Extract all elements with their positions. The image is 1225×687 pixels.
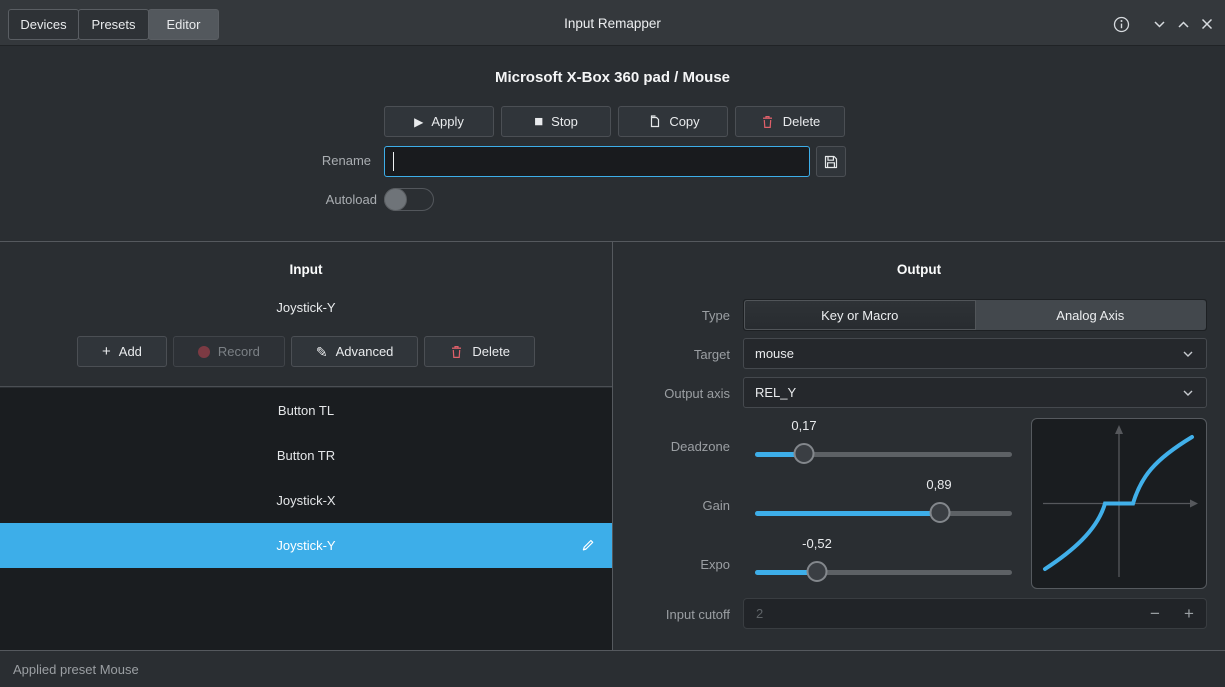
decrement-button[interactable]: − [1138, 604, 1172, 624]
list-item[interactable]: Joystick-X [0, 478, 612, 523]
advanced-label: Advanced [335, 344, 394, 359]
record-icon [197, 345, 210, 358]
close-icon [1200, 17, 1214, 31]
expo-slider[interactable] [755, 561, 1012, 583]
type-label: Type [701, 308, 730, 323]
advanced-button[interactable]: ✎ Advanced [290, 336, 419, 367]
copy-button[interactable]: Copy [618, 106, 728, 137]
input-cutoff-spinner[interactable]: 2 − + [743, 598, 1207, 629]
target-label: Target [693, 347, 730, 362]
close-button[interactable] [1195, 12, 1219, 36]
copy-label: Copy [669, 114, 700, 129]
input-remapper-window: Input Remapper Devices Presets Editor Mi… [0, 0, 1225, 687]
add-icon: + [102, 343, 111, 360]
type-key-or-macro[interactable]: Key or Macro [744, 300, 976, 330]
text-caret [393, 152, 394, 171]
expo-label: Expo [700, 557, 730, 572]
play-icon: ▶ [414, 114, 424, 129]
output-axis-dropdown[interactable]: REL_Y [743, 377, 1207, 408]
target-value: mouse [755, 346, 795, 361]
rename-label: Rename [321, 153, 371, 168]
titlebar: Input Remapper Devices Presets Editor [0, 0, 1225, 46]
autoload-label: Autoload [325, 192, 377, 207]
input-mapping-list: Button TL Button TR Joystick-X Joystick-… [0, 388, 612, 650]
delete-preset-button[interactable]: Delete [735, 106, 845, 137]
slider-handle[interactable] [806, 561, 828, 582]
main-tabs: Devices Presets Editor [8, 9, 219, 40]
add-label: Add [118, 344, 142, 359]
preset-action-row: ▶ Apply ■ Stop Copy Delete [384, 106, 845, 137]
chevron-down-icon [1152, 17, 1167, 32]
target-dropdown[interactable]: mouse [743, 338, 1207, 369]
output-axis-value: REL_Y [755, 385, 797, 400]
stop-button[interactable]: ■ Stop [501, 106, 611, 137]
gain-label: Gain [702, 498, 730, 513]
chevron-down-icon [1181, 347, 1195, 361]
rename-input[interactable] [384, 146, 810, 177]
list-item-label: Joystick-Y [276, 538, 336, 553]
deadzone-slider[interactable] [755, 443, 1012, 465]
trash-icon [449, 344, 464, 360]
list-item[interactable]: Button TR [0, 433, 612, 478]
toggle-knob [384, 188, 407, 211]
save-rename-button[interactable] [816, 146, 846, 177]
chevron-up-icon [1176, 17, 1191, 32]
device-preset-title: Microsoft X-Box 360 pad / Mouse [494, 69, 731, 86]
input-panel-heading: Input [289, 262, 323, 277]
expo-value: -0,52 [802, 536, 832, 551]
gain-slider[interactable] [755, 502, 1012, 524]
statusbar: Applied preset Mouse [0, 651, 1225, 687]
response-curve-graph [1031, 418, 1207, 589]
minimize-button[interactable] [1147, 12, 1171, 36]
apply-label: Apply [431, 114, 464, 129]
slider-fill [755, 511, 941, 516]
record-label: Record [217, 344, 260, 359]
slider-handle[interactable] [929, 502, 951, 523]
input-list-divider [0, 386, 612, 387]
delete-input-label: Delete [472, 344, 510, 359]
slider-handle[interactable] [793, 443, 815, 464]
type-analog-axis[interactable]: Analog Axis [975, 300, 1206, 330]
stop-icon: ■ [534, 113, 544, 130]
input-button-row: + Add Record ✎ Advanced Delete [0, 336, 612, 367]
chevron-down-icon [1181, 386, 1195, 400]
apply-button[interactable]: ▶ Apply [384, 106, 494, 137]
output-axis-label: Output axis [664, 386, 730, 401]
window-controls [1109, 12, 1219, 36]
trash-icon [760, 114, 775, 130]
input-cutoff-value: 2 [756, 606, 764, 621]
save-icon [823, 154, 839, 170]
gain-value: 0,89 [926, 477, 952, 492]
autoload-toggle[interactable] [384, 188, 434, 211]
input-cutoff-label: Input cutoff [665, 607, 730, 622]
input-panel: Input Joystick-Y + Add Record ✎ Advanced… [0, 242, 612, 650]
add-input-button[interactable]: + Add [77, 336, 167, 367]
status-message: Applied preset Mouse [13, 661, 139, 677]
delete-input-button[interactable]: Delete [424, 336, 535, 367]
output-panel: Output Type Key or Macro Analog Axis Tar… [613, 242, 1225, 650]
copy-icon [646, 114, 661, 129]
list-item[interactable]: Button TL [0, 388, 612, 433]
maximize-button[interactable] [1171, 12, 1195, 36]
list-item-selected[interactable]: Joystick-Y [0, 523, 612, 568]
tab-presets[interactable]: Presets [78, 9, 149, 40]
tab-devices[interactable]: Devices [8, 9, 79, 40]
tab-editor[interactable]: Editor [148, 9, 219, 40]
increment-button[interactable]: + [1172, 604, 1206, 624]
record-button[interactable]: Record [172, 336, 285, 367]
output-type-switch: Key or Macro Analog Axis [743, 299, 1207, 331]
stop-label: Stop [551, 114, 578, 129]
pencil-icon: ✎ [315, 343, 328, 360]
edit-pencil-icon[interactable] [580, 537, 596, 553]
deadzone-label: Deadzone [670, 439, 730, 454]
delete-preset-label: Delete [782, 114, 821, 129]
output-panel-heading: Output [896, 262, 942, 277]
info-button[interactable] [1109, 12, 1133, 36]
active-input-name: Joystick-Y [276, 300, 336, 315]
info-icon [1113, 16, 1130, 33]
deadzone-value: 0,17 [791, 418, 817, 433]
